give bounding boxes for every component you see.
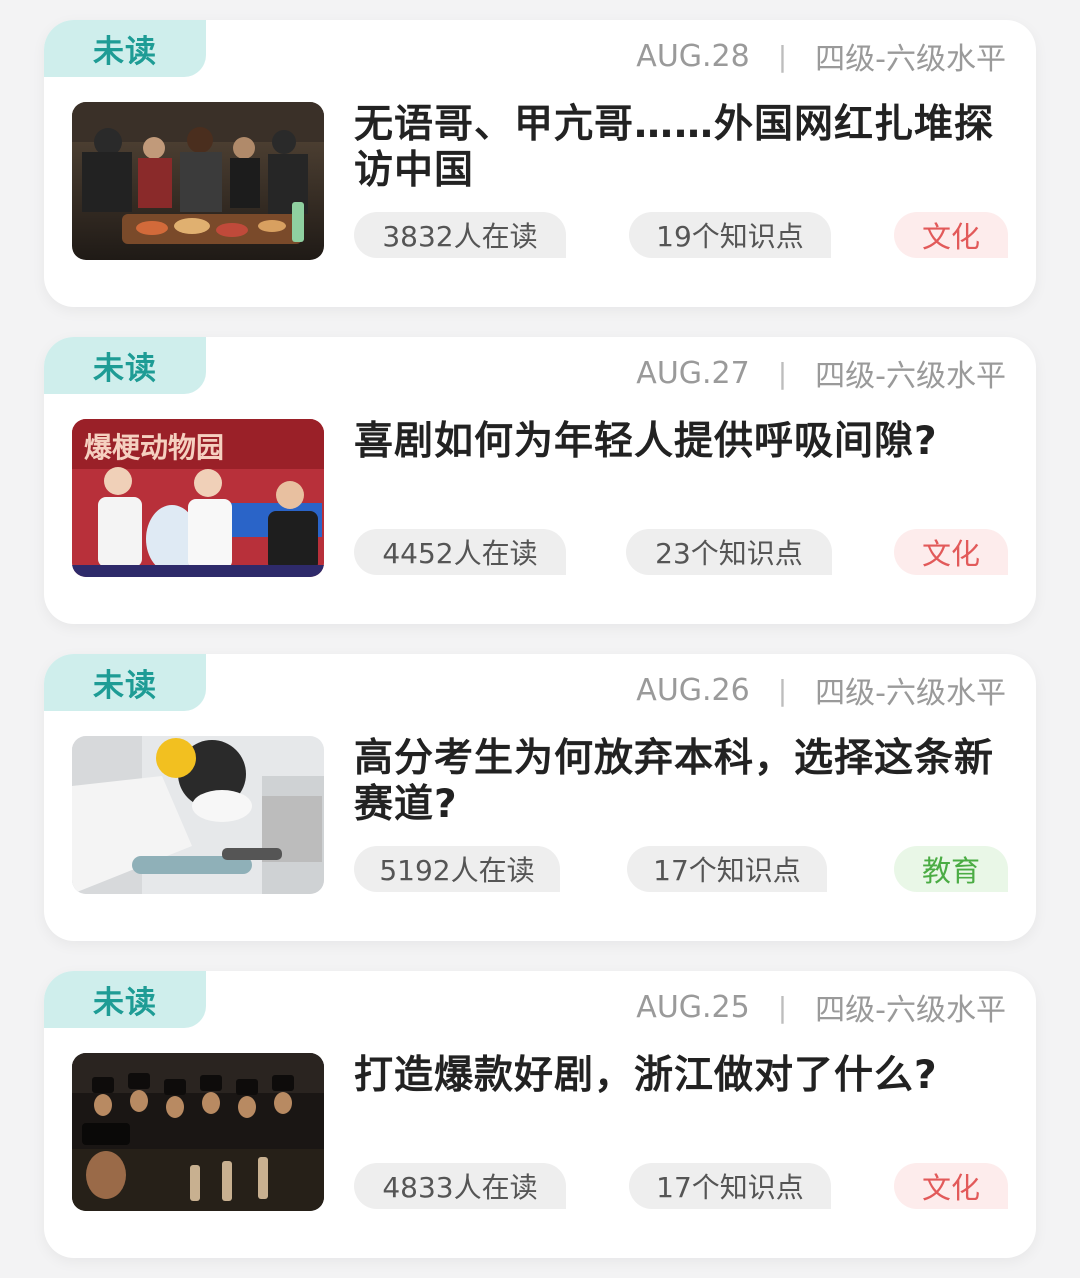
student-carving-stone-photo xyxy=(72,736,324,894)
knowledge-points: 17个知识点 xyxy=(629,1163,831,1209)
unread-badge: 未读 xyxy=(44,971,206,1028)
article-meta: AUG.27 | 四级-六级水平 xyxy=(636,351,1006,395)
comedy-show-stage-photo: 爆梗动物园 xyxy=(72,419,324,577)
category-tag[interactable]: 教育 xyxy=(894,846,1008,892)
article-meta: AUG.26 | 四级-六级水平 xyxy=(636,668,1006,712)
article-date: AUG.26 xyxy=(636,672,750,708)
unread-badge: 未读 xyxy=(44,654,206,711)
article-title[interactable]: 无语哥、甲亢哥……外国网红扎堆探访中国 xyxy=(354,102,994,194)
article-date: AUG.28 xyxy=(636,38,750,74)
article-title[interactable]: 高分考生为何放弃本科，选择这条新赛道? xyxy=(354,736,994,828)
article-level: 四级-六级水平 xyxy=(815,993,1006,1028)
readers-count: 3832人在读 xyxy=(354,212,566,258)
unread-badge: 未读 xyxy=(44,20,206,77)
article-card[interactable]: 未读 AUG.27 | 四级-六级水平 爆梗动物园 喜剧如何为年轻人提供呼吸间隙… xyxy=(44,337,1036,624)
article-meta: AUG.28 | 四级-六级水平 xyxy=(636,34,1006,78)
meta-separator: | xyxy=(777,990,788,1024)
article-thumbnail[interactable] xyxy=(72,1053,324,1211)
article-meta: AUG.25 | 四级-六级水平 xyxy=(636,985,1006,1029)
readers-count: 5192人在读 xyxy=(354,846,560,892)
article-level: 四级-六级水平 xyxy=(815,42,1006,77)
readers-count: 4833人在读 xyxy=(354,1163,566,1209)
meta-separator: | xyxy=(777,673,788,707)
knowledge-points: 17个知识点 xyxy=(627,846,827,892)
article-thumbnail[interactable] xyxy=(72,102,324,260)
article-thumbnail[interactable]: 爆梗动物园 xyxy=(72,419,324,577)
article-list: 未读 AUG.28 | 四级-六级水平 无语哥、甲亢哥……外国网红扎堆探访中国 … xyxy=(0,0,1080,1278)
knowledge-points: 23个知识点 xyxy=(626,529,832,575)
article-card[interactable]: 未读 AUG.28 | 四级-六级水平 无语哥、甲亢哥……外国网红扎堆探访中国 … xyxy=(44,20,1036,307)
crowd-eating-street-food-photo xyxy=(72,102,324,260)
unread-badge: 未读 xyxy=(44,337,206,394)
category-tag[interactable]: 文化 xyxy=(894,1163,1008,1209)
meta-separator: | xyxy=(777,39,788,73)
article-level: 四级-六级水平 xyxy=(815,359,1006,394)
article-title[interactable]: 喜剧如何为年轻人提供呼吸间隙? xyxy=(354,419,994,465)
knowledge-points: 19个知识点 xyxy=(629,212,831,258)
sign-text: 爆梗动物园 xyxy=(84,431,224,464)
article-card[interactable]: 未读 AUG.25 | 四级-六级水平 打造爆款好剧，浙江做对了什么? 4833… xyxy=(44,971,1036,1258)
article-title[interactable]: 打造爆款好剧，浙江做对了什么? xyxy=(354,1053,994,1099)
meta-separator: | xyxy=(777,356,788,390)
category-tag[interactable]: 文化 xyxy=(894,529,1008,575)
article-card[interactable]: 未读 AUG.26 | 四级-六级水平 高分考生为何放弃本科，选择这条新赛道? … xyxy=(44,654,1036,941)
article-date: AUG.27 xyxy=(636,355,750,391)
article-level: 四级-六级水平 xyxy=(815,676,1006,711)
article-thumbnail[interactable] xyxy=(72,736,324,894)
historical-drama-still-photo xyxy=(72,1053,324,1211)
category-tag[interactable]: 文化 xyxy=(894,212,1008,258)
article-date: AUG.25 xyxy=(636,989,750,1025)
readers-count: 4452人在读 xyxy=(354,529,566,575)
